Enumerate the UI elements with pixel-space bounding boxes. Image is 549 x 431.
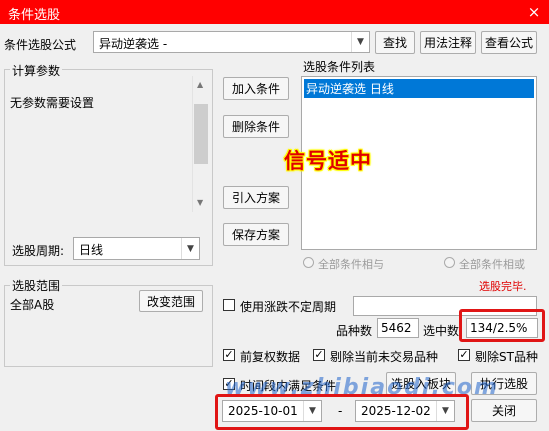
period-select[interactable]: 日线 ▼: [73, 237, 200, 260]
close-button[interactable]: 关闭: [471, 399, 537, 422]
exclude-untraded-label: 剔除当前未交易品种: [330, 350, 439, 364]
exclude-st-label: 剔除ST品种: [475, 350, 538, 364]
chevron-down-icon[interactable]: ▼: [351, 32, 369, 52]
status-text: 选股完毕.: [479, 280, 527, 293]
save-plan-button[interactable]: 保存方案: [223, 223, 289, 246]
selected-label: 选中数: [423, 324, 460, 338]
and-radio[interactable]: [303, 257, 314, 268]
params-scrollbar[interactable]: ▲ ▼: [192, 76, 209, 212]
list-item[interactable]: 异动逆袭选 日线: [304, 79, 534, 98]
count-label: 品种数: [336, 324, 373, 338]
find-button[interactable]: 查找: [375, 31, 415, 54]
scroll-thumb[interactable]: [194, 104, 208, 164]
irregular-period-checkbox[interactable]: [223, 299, 235, 311]
view-formula-button[interactable]: 查看公式: [481, 31, 537, 54]
count-field: 5462: [377, 318, 419, 338]
close-icon[interactable]: ×: [519, 0, 549, 24]
window-title: 条件选股: [8, 8, 61, 23]
irregular-period-label: 使用涨跌不定周期: [240, 300, 337, 314]
exclude-untraded-checkbox[interactable]: ✓: [313, 349, 325, 361]
range-value: 全部A股: [10, 298, 55, 312]
or-radio[interactable]: [444, 257, 455, 268]
chevron-down-icon[interactable]: ▼: [181, 238, 199, 259]
conditions-title: 选股条件列表: [303, 60, 376, 74]
formula-label: 条件选股公式: [4, 38, 77, 52]
formula-select[interactable]: 异动逆袭选 - ▼: [93, 31, 370, 53]
import-plan-button[interactable]: 引入方案: [223, 186, 289, 209]
exclude-st-checkbox[interactable]: ✓: [458, 349, 470, 361]
calc-params-title: 计算参数: [10, 62, 63, 79]
change-range-button[interactable]: 改变范围: [139, 290, 203, 312]
condition-item[interactable]: 异动逆袭选 日线: [304, 79, 534, 98]
params-text: 无参数需要设置: [10, 96, 95, 110]
count-value: 5462: [381, 321, 412, 335]
usage-button[interactable]: 用法注释: [420, 31, 476, 54]
or-radio-label: 全部条件相或: [459, 258, 525, 271]
highlight-box: [459, 309, 545, 342]
range-title: 选股范围: [10, 277, 63, 294]
pre-adjust-checkbox[interactable]: ✓: [223, 349, 235, 361]
scroll-down-icon[interactable]: ▼: [197, 198, 203, 207]
formula-value: 异动逆袭选 -: [99, 37, 168, 51]
and-radio-label: 全部条件相与: [318, 258, 384, 271]
period-label: 选股周期:: [12, 244, 65, 258]
date-highlight-box: [215, 394, 469, 430]
add-condition-button[interactable]: 加入条件: [223, 77, 289, 100]
delete-condition-button[interactable]: 删除条件: [223, 115, 289, 138]
scroll-up-icon[interactable]: ▲: [197, 80, 203, 89]
period-value: 日线: [79, 243, 104, 257]
signal-overlay-text: 信号适中: [284, 149, 372, 173]
title-bar: 条件选股 ×: [0, 0, 549, 24]
pre-adjust-label: 前复权数据: [240, 350, 301, 364]
